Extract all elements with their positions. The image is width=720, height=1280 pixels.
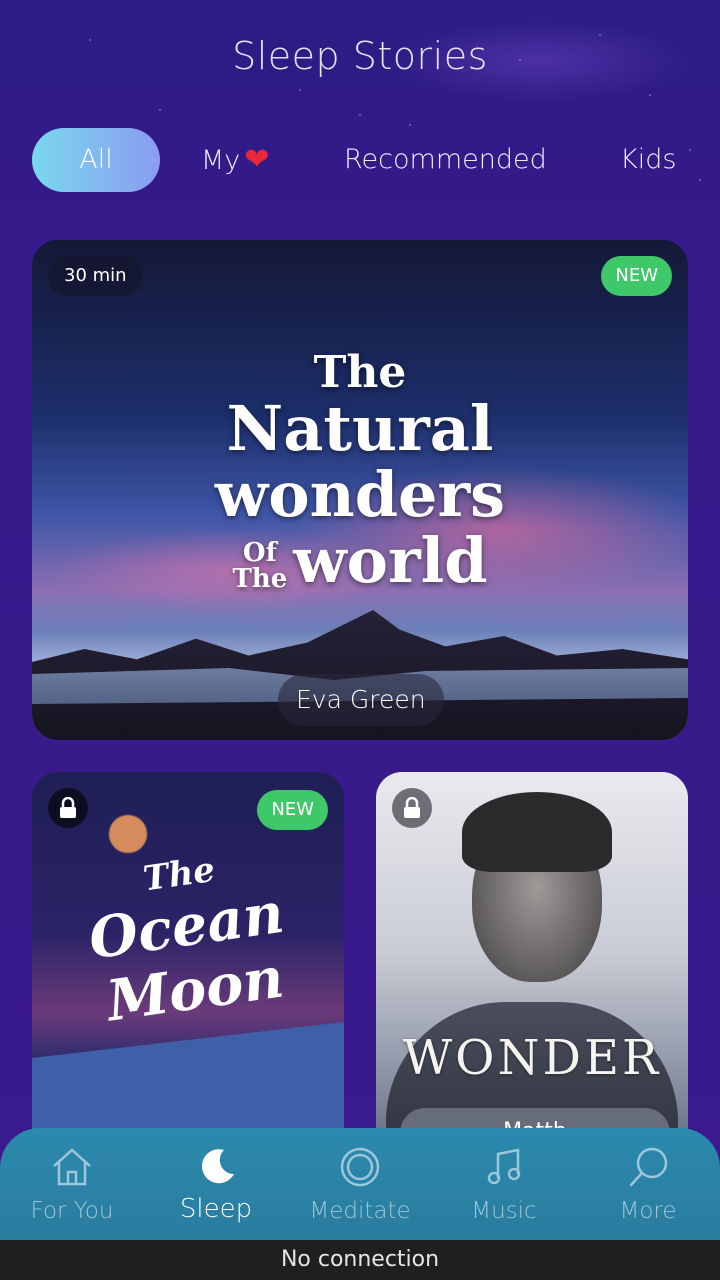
music-note-icon — [487, 1148, 521, 1185]
nav-for-you[interactable]: For You — [0, 1146, 144, 1224]
story-title: The Ocean Moon — [32, 833, 344, 1043]
home-icon — [53, 1148, 91, 1186]
tab-recommended[interactable]: Recommended — [344, 128, 547, 192]
title-line-combined: Of The world — [32, 528, 688, 594]
tab-kids[interactable]: Kids — [620, 128, 676, 192]
title-line: world — [293, 524, 488, 597]
new-badge: NEW — [601, 256, 672, 296]
featured-story-card[interactable]: The Natural wonders Of The world 30 min NE… — [32, 240, 688, 740]
tab-kids-label: Kids — [620, 144, 677, 175]
title-line: The — [232, 564, 288, 594]
tab-recommended-label: Recommended — [344, 144, 547, 175]
nav-more[interactable]: More — [576, 1146, 720, 1224]
featured-story-title: The Natural wonders Of The world — [32, 350, 688, 594]
portrait-hair — [462, 792, 612, 872]
tab-my[interactable]: My ❤ — [201, 128, 269, 192]
lock-icon — [392, 788, 432, 828]
nav-label: More — [619, 1198, 677, 1224]
story-card-wonder[interactable]: WONDER Matth — [376, 772, 688, 1172]
title-line: Natural — [226, 392, 494, 465]
title-line: Of — [242, 538, 277, 568]
moon-icon — [201, 1149, 234, 1184]
circle-icon — [340, 1147, 380, 1187]
nav-label: For You — [30, 1198, 114, 1224]
narrator-badge: Eva Green — [278, 674, 444, 726]
nav-meditate[interactable]: Meditate — [288, 1146, 432, 1224]
nav-sleep[interactable]: Sleep — [144, 1146, 288, 1224]
title-line: The — [313, 347, 407, 398]
story-card-ocean-moon[interactable]: The Ocean Moon NEW — [32, 772, 344, 1172]
duration-badge: 30 min — [48, 256, 143, 296]
tab-all-label: All — [79, 144, 113, 175]
train-illustration — [32, 1022, 344, 1142]
nav-label: Music — [471, 1198, 537, 1224]
bottom-navigation: For You Sleep Meditate Music More — [0, 1128, 720, 1240]
lock-icon — [48, 788, 88, 828]
page-title: Sleep Stories — [232, 34, 488, 78]
nav-label: Sleep — [179, 1194, 253, 1224]
tab-all[interactable]: All — [32, 128, 160, 192]
nav-label: Meditate — [309, 1198, 411, 1224]
nav-music[interactable]: Music — [432, 1146, 576, 1224]
new-badge: NEW — [257, 790, 328, 830]
filter-tabs: All My ❤ Recommended Kids — [32, 128, 692, 192]
tab-my-label: My — [201, 145, 241, 176]
title-line: wonders — [214, 458, 506, 531]
heart-icon: ❤ — [244, 142, 270, 177]
story-title: WONDER — [402, 1030, 662, 1086]
connection-status-bar: No connection — [0, 1240, 720, 1280]
search-icon — [629, 1147, 668, 1187]
